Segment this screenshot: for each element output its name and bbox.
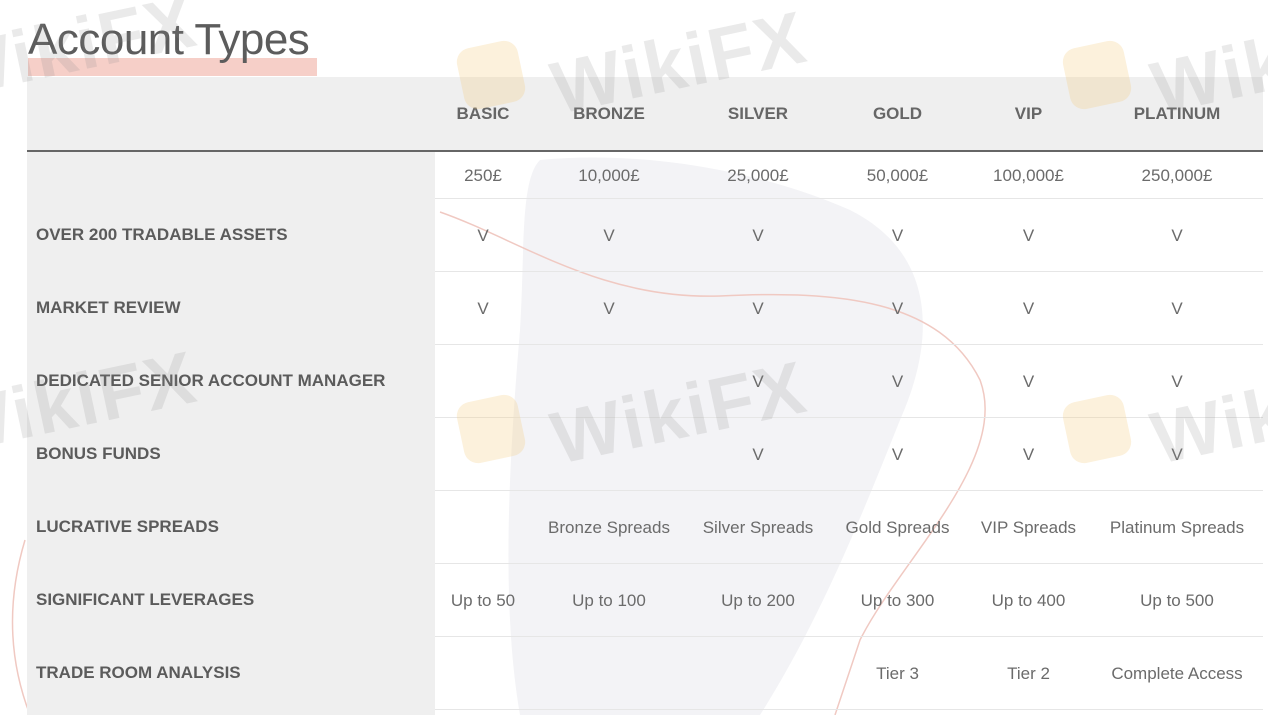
feature-cell: V	[1171, 226, 1183, 245]
feature-cell: V	[603, 299, 615, 318]
feature-cell: Up to 500	[1140, 591, 1214, 610]
feature-cell: V	[752, 445, 764, 464]
feature-label: BONUS FUNDS	[36, 444, 161, 463]
account-types-table: BASIC BRONZE SILVER GOLD VIP PLATINUM 25…	[27, 77, 1263, 715]
feature-cell: V	[1022, 299, 1035, 318]
feature-cell: Platinum Spreads	[1109, 518, 1245, 537]
feature-cell: Up to 50	[450, 591, 516, 610]
feature-label: OVER 200 TRADABLE ASSETS	[36, 225, 288, 244]
watermark-logo-icon	[454, 38, 528, 112]
feature-label: TRADE ROOM ANALYSIS	[36, 663, 241, 682]
feature-cell: V	[1022, 372, 1035, 391]
table-row: SIGNIFICANT LEVERAGES Up to 50 Up to 100…	[27, 564, 1263, 637]
feature-cell: V	[752, 372, 764, 391]
deposit-vip: 100,000£	[993, 166, 1064, 185]
table-row: OVER 200 TRADABLE ASSETS V V V V V V	[27, 199, 1263, 272]
page-title: Account Types	[28, 15, 310, 64]
feature-cell: Up to 200	[721, 591, 795, 610]
column-header-bronze: BRONZE	[573, 104, 645, 123]
deposit-row: 250£ 10,000£ 25,000£ 50,000£ 100,000£ 25…	[27, 152, 1263, 199]
feature-cell: V	[891, 226, 904, 245]
deposit-silver: 25,000£	[727, 166, 789, 185]
watermark-logo-icon	[1060, 38, 1134, 112]
page-title-wrap: Account Types	[28, 14, 317, 76]
feature-cell: Up to 300	[860, 591, 935, 610]
feature-cell: Tier 2	[1007, 664, 1050, 683]
table-row: LUCRATIVE SPREADS Bronze Spreads Silver …	[27, 491, 1263, 564]
feature-cell: V	[1171, 299, 1183, 318]
feature-label: SIGNIFICANT LEVERAGES	[36, 590, 255, 609]
feature-cell: V	[891, 445, 904, 464]
feature-cell: Up to 100	[572, 591, 646, 610]
feature-cell: Bronze Spreads	[548, 518, 670, 537]
feature-label: DEDICATED SENIOR ACCOUNT MANAGER	[36, 371, 386, 390]
feature-cell: V	[891, 299, 904, 318]
feature-cell: V	[1022, 226, 1035, 245]
feature-cell: V	[891, 372, 904, 391]
feature-cell: Tier 3	[876, 664, 919, 683]
deposit-bronze: 10,000£	[578, 166, 640, 185]
feature-cell: Gold Spreads	[845, 518, 950, 537]
feature-cell: V	[603, 226, 615, 245]
table-row: TRADE ROOM ANALYSIS Tier 3 Tier 2 Comple…	[27, 637, 1263, 710]
watermark-logo-icon	[454, 392, 528, 466]
feature-cell: V	[477, 226, 489, 245]
feature-cell: VIP Spreads	[980, 518, 1077, 537]
feature-cell: Up to 400	[991, 591, 1066, 610]
feature-label: MARKET REVIEW	[36, 298, 181, 317]
feature-cell: Complete Access	[1111, 664, 1243, 683]
feature-cell: V	[752, 299, 764, 318]
column-header-gold: GOLD	[872, 104, 923, 123]
feature-cell: Silver Spreads	[702, 518, 814, 537]
table-row: MARKET REVIEW V V V V V V	[27, 272, 1263, 345]
feature-label: LUCRATIVE SPREADS	[36, 517, 219, 536]
feature-cell: V	[752, 226, 764, 245]
deposit-basic: 250£	[464, 166, 502, 185]
deposit-platinum: 250,000£	[1141, 166, 1213, 185]
deposit-gold: 50,000£	[866, 166, 929, 185]
feature-cell: V	[477, 299, 489, 318]
watermark-logo-icon	[1060, 392, 1134, 466]
feature-cell: V	[1171, 372, 1183, 391]
column-header-silver: SILVER	[727, 104, 789, 123]
